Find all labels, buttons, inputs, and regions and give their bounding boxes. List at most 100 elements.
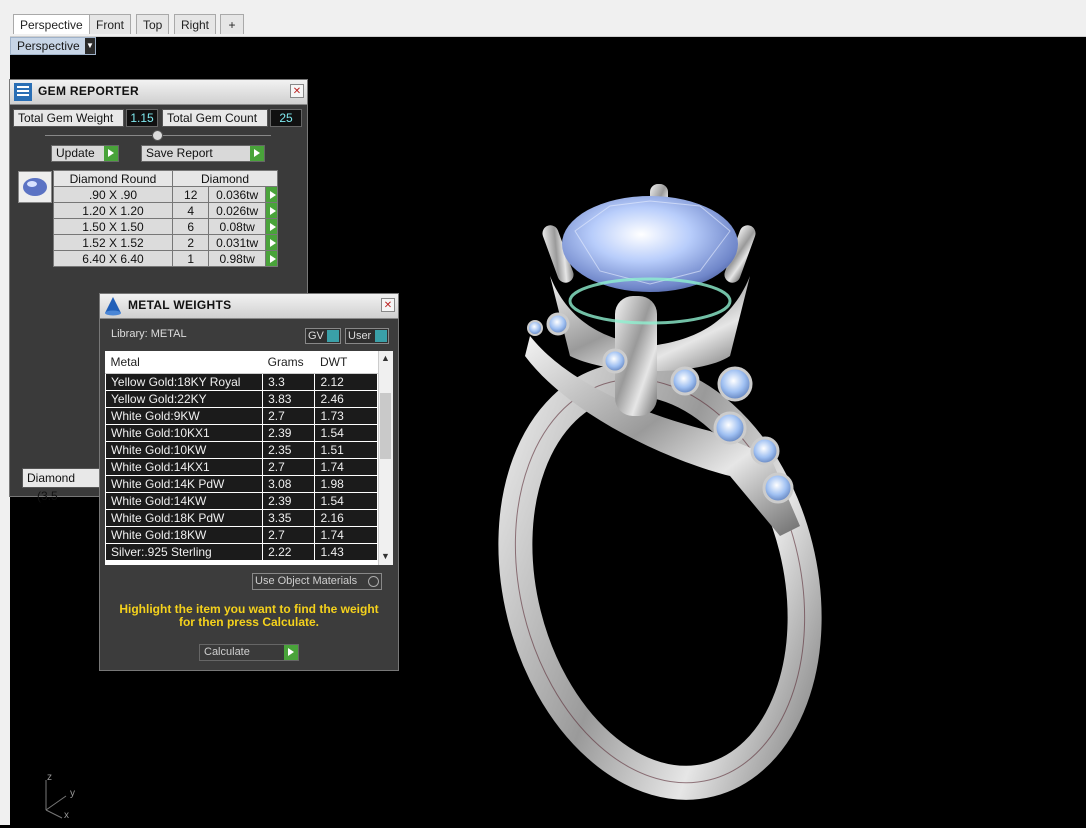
- metal-dwt: 1.73: [314, 407, 379, 425]
- metal-weights-titlebar[interactable]: METAL WEIGHTS ✕: [100, 294, 398, 319]
- grams-col-header: Grams: [262, 351, 315, 374]
- total-gem-weight-label: Total Gem Weight: [13, 109, 124, 127]
- use-object-materials-label: Use Object Materials: [255, 575, 358, 587]
- table-row[interactable]: 1.50 X 1.50 6 0.08tw: [53, 218, 279, 235]
- table-row[interactable]: White Gold:9KW 2.7 1.73: [105, 407, 393, 425]
- axis-z-label: z: [47, 772, 52, 783]
- axis-y-label: y: [70, 788, 75, 799]
- save-report-button[interactable]: Save Report: [141, 145, 265, 162]
- chevron-down-icon[interactable]: ▼: [85, 38, 95, 54]
- gem-count: 4: [171, 202, 210, 219]
- metal-weights-title: METAL WEIGHTS: [128, 298, 232, 312]
- table-row[interactable]: White Gold:10KW 2.35 1.51: [105, 441, 393, 459]
- round-diamond-icon: [23, 178, 47, 196]
- toggle-icon: [327, 330, 339, 342]
- save-report-label: Save Report: [146, 146, 213, 160]
- dwt-col-header: DWT: [314, 351, 378, 374]
- metal-name: White Gold:14K PdW: [105, 475, 264, 493]
- gem-shape-thumbnail[interactable]: [18, 171, 52, 203]
- close-icon[interactable]: ✕: [381, 298, 395, 312]
- viewport-title[interactable]: Perspective ▼: [10, 37, 96, 55]
- metal-list-scrollbar[interactable]: ▲ ▼: [378, 351, 393, 565]
- gem-col-type: Diamond: [172, 170, 278, 187]
- gem-count: 1: [171, 250, 210, 267]
- metal-dwt: 1.98: [314, 475, 379, 493]
- tab-front[interactable]: Front: [89, 14, 132, 34]
- library-label: Library: METAL: [111, 328, 187, 340]
- gem-reporter-titlebar[interactable]: GEM REPORTER ✕: [10, 80, 307, 105]
- table-row[interactable]: Yellow Gold:22KY 3.83 2.46: [105, 390, 393, 408]
- table-row[interactable]: 1.20 X 1.20 4 0.026tw: [53, 202, 279, 219]
- gem-footer-extra: (3.5: [37, 489, 58, 503]
- metal-dwt: 2.12: [314, 373, 379, 391]
- slider-handle[interactable]: [152, 130, 163, 141]
- table-row[interactable]: 6.40 X 6.40 1 0.98tw: [53, 250, 279, 267]
- instruction-line-2: for then press Calculate.: [178, 615, 320, 629]
- update-button[interactable]: Update: [51, 145, 119, 162]
- use-object-materials-toggle[interactable]: Use Object Materials: [252, 573, 382, 590]
- select-row-button[interactable]: [264, 218, 279, 235]
- select-row-button[interactable]: [264, 234, 279, 251]
- table-row[interactable]: White Gold:18K PdW 3.35 2.16: [105, 509, 393, 527]
- metal-grams: 3.08: [262, 475, 316, 493]
- metal-weights-panel: METAL WEIGHTS ✕ Library: METAL GV User M…: [99, 293, 399, 671]
- table-row[interactable]: 1.52 X 1.52 2 0.031tw: [53, 234, 279, 251]
- gem-size: 1.52 X 1.52: [53, 234, 173, 251]
- metal-grams: 2.7: [262, 407, 316, 425]
- table-row[interactable]: .90 X .90 12 0.036tw: [53, 186, 279, 203]
- metal-name: Yellow Gold:18KY Royal: [105, 373, 264, 391]
- select-row-button[interactable]: [264, 186, 279, 203]
- metal-dwt: 2.16: [314, 509, 379, 527]
- play-icon: [284, 645, 298, 660]
- play-icon: [104, 146, 118, 161]
- gem-count: 12: [171, 186, 210, 203]
- gem-table: Diamond Round Diamond .90 X .90 12 0.036…: [53, 170, 279, 267]
- add-tab-button[interactable]: +: [220, 14, 244, 34]
- metal-dwt: 1.74: [314, 458, 379, 476]
- metal-dwt: 1.74: [314, 526, 379, 544]
- table-row[interactable]: White Gold:10KX1 2.39 1.54: [105, 424, 393, 442]
- gv-label: GV: [308, 330, 324, 342]
- select-row-button[interactable]: [264, 202, 279, 219]
- total-gem-count-value: 25: [270, 109, 302, 127]
- select-row-button[interactable]: [264, 250, 279, 267]
- toggle-icon: [375, 330, 387, 342]
- metal-grams: 2.7: [262, 458, 316, 476]
- chevron-up-icon[interactable]: ▲: [381, 353, 390, 363]
- tab-right[interactable]: Right: [174, 14, 217, 34]
- viewport-title-label: Perspective: [17, 39, 80, 53]
- table-row[interactable]: White Gold:14KX1 2.7 1.74: [105, 458, 393, 476]
- metal-name: White Gold:14KX1: [105, 458, 264, 476]
- gem-reporter-title: GEM REPORTER: [38, 84, 139, 98]
- metal-grams: 3.3: [262, 373, 316, 391]
- tab-perspective[interactable]: Perspective: [13, 14, 90, 34]
- calculate-button[interactable]: Calculate: [199, 644, 299, 661]
- table-row[interactable]: White Gold:14K PdW 3.08 1.98: [105, 475, 393, 493]
- gem-reporter-icon: [14, 83, 32, 101]
- user-toggle[interactable]: User: [345, 328, 389, 344]
- metal-name: White Gold:10KX1: [105, 424, 264, 442]
- table-row[interactable]: White Gold:14KW 2.39 1.54: [105, 492, 393, 510]
- table-row[interactable]: Yellow Gold:18KY Royal 3.3 2.12: [105, 373, 393, 391]
- gem-footer-field[interactable]: Diamond (3.5: [22, 468, 106, 503]
- gem-size: .90 X .90: [53, 186, 173, 203]
- gem-tw: 0.036tw: [208, 186, 266, 203]
- axis-x-label: x: [64, 810, 69, 821]
- update-label: Update: [56, 146, 95, 160]
- gem-col-shape: Diamond Round: [53, 170, 173, 187]
- axis-triad-icon: [45, 780, 67, 819]
- metal-grams: 2.39: [262, 492, 316, 510]
- metal-name: White Gold:18K PdW: [105, 509, 264, 527]
- tab-top[interactable]: Top: [136, 14, 170, 34]
- gem-size: 1.50 X 1.50: [53, 218, 173, 235]
- calculate-label: Calculate: [204, 646, 250, 658]
- metal-dwt: 1.43: [314, 543, 379, 561]
- close-icon[interactable]: ✕: [290, 84, 304, 98]
- metal-list[interactable]: Metal Grams DWT Yellow Gold:18KY Royal 3.…: [105, 351, 393, 565]
- table-row[interactable]: Silver:.925 Sterling 2.22 1.43: [105, 543, 393, 561]
- chevron-down-icon[interactable]: ▼: [381, 551, 390, 561]
- metal-name: Yellow Gold:22KY: [105, 390, 264, 408]
- gv-toggle[interactable]: GV: [305, 328, 341, 344]
- scrollbar-thumb[interactable]: [380, 393, 391, 459]
- table-row[interactable]: White Gold:18KW 2.7 1.74: [105, 526, 393, 544]
